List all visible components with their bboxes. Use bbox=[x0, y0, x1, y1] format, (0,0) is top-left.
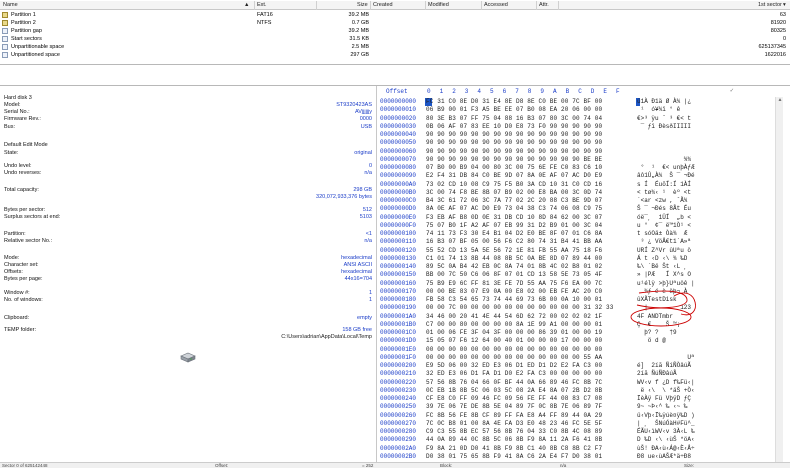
status-sector: Sector 0 of 625142448 bbox=[2, 463, 48, 468]
gap-icon bbox=[2, 28, 8, 34]
partition-name: Partition gap bbox=[11, 27, 42, 34]
col-header-size[interactable]: Size bbox=[357, 2, 368, 8]
hard-disk-icon bbox=[180, 352, 196, 363]
partition-value: <1 bbox=[365, 231, 372, 237]
undo-reverses-value: n/a bbox=[364, 170, 372, 176]
offsets-label: Offsets: bbox=[4, 269, 23, 275]
partition-ext: NTFS bbox=[257, 19, 272, 26]
bytes-per-sector-label: Bytes per sector: bbox=[4, 207, 46, 213]
col-header-name[interactable]: Name bbox=[3, 2, 18, 8]
partition-row[interactable]: Partition gap 39.2 MB 80325 bbox=[0, 27, 790, 35]
col-header-attr[interactable]: Attr. bbox=[539, 2, 549, 8]
partition-name: Unpartitionable space bbox=[11, 43, 65, 50]
surplus-sectors-label: Surplus sectors at end: bbox=[4, 214, 61, 220]
partition-icon bbox=[2, 20, 8, 26]
window-label: Window #: bbox=[4, 290, 30, 296]
col-header-modified[interactable]: Modified bbox=[428, 2, 449, 8]
disk-info-panel: Hard disk 3 Model: ST9320423AS Serial No… bbox=[0, 86, 376, 468]
partition-row[interactable]: Unpartitioned space 297 GB 1622016 bbox=[0, 51, 790, 59]
bus-value: USB bbox=[360, 124, 372, 130]
name-sort-arrow-icon: ▲ bbox=[244, 2, 250, 8]
col-header-accessed[interactable]: Accessed bbox=[484, 2, 508, 8]
status-bar: Sector 0 of 625142448 Offset: = 252 Bloc… bbox=[0, 462, 790, 468]
partition-row[interactable]: Unpartitionable space 2.5 MB 625137345 bbox=[0, 43, 790, 51]
window-value: 1 bbox=[368, 290, 372, 296]
partition-first-sector: 1622016 bbox=[764, 51, 786, 58]
bytes-per-page-value: 44x16=704 bbox=[344, 276, 372, 282]
partition-first-sector: 625137345 bbox=[758, 43, 786, 50]
total-capacity-bytes: 320,072,933,376 bytes bbox=[316, 194, 372, 200]
mode-value: hexadecimal bbox=[341, 255, 372, 261]
mode-label: Mode: bbox=[4, 255, 20, 261]
status-block-value: n/a bbox=[560, 463, 567, 468]
bytes-per-sector-value: 512 bbox=[362, 207, 372, 213]
num-windows-label: No. of windows: bbox=[4, 297, 43, 303]
hex-editor[interactable]: Offset 0123456789ABCDEF ✓ 0000000000 FC 3… bbox=[378, 86, 790, 468]
gap-icon bbox=[2, 52, 8, 58]
serial-label: Serial No.: bbox=[4, 109, 30, 115]
disk-title: Hard disk 3 bbox=[4, 95, 32, 101]
status-offset-label: Offset: bbox=[215, 463, 229, 468]
temp-free-value: 158 GB free bbox=[342, 327, 372, 333]
serial-value: AVjjjjjjy bbox=[354, 109, 372, 115]
relative-sector-value: n/a bbox=[364, 238, 372, 244]
col-header-created[interactable]: Created bbox=[373, 2, 393, 8]
partition-size: 39.2 MB bbox=[348, 27, 369, 34]
status-size-label: Size: bbox=[684, 463, 695, 468]
col-header-ext[interactable]: Ext. bbox=[257, 2, 266, 8]
partition-table: Name ▲ Ext. Size Created Modified Access… bbox=[0, 0, 790, 64]
partition-icon bbox=[2, 12, 8, 18]
edit-mode-label: Default Edit Mode bbox=[4, 142, 48, 148]
partition-table-header: Name ▲ Ext. Size Created Modified Access… bbox=[0, 1, 790, 10]
undo-level-value: 0 bbox=[368, 163, 372, 169]
partition-size: 39.2 MB bbox=[348, 11, 369, 18]
partition-name: Partition 1 bbox=[11, 11, 36, 18]
status-block-label: Block: bbox=[440, 463, 453, 468]
partition-size: 2.5 MB bbox=[351, 43, 369, 50]
partition-size: 297 GB bbox=[350, 51, 369, 58]
red-annotation-marks bbox=[630, 290, 696, 327]
gap-icon bbox=[2, 36, 8, 42]
model-value: ST9320423AS bbox=[336, 102, 372, 108]
charset-value: ANSI ASCII bbox=[343, 262, 372, 268]
partition-first-sector: 80325 bbox=[770, 27, 786, 34]
partition-name: Unpartitioned space bbox=[11, 51, 60, 58]
state-value: original bbox=[354, 150, 372, 156]
gap-icon bbox=[2, 44, 8, 50]
undo-reverses-label: Undo reverses: bbox=[4, 170, 42, 176]
firmware-label: Firmware Rev.: bbox=[4, 116, 41, 122]
firmware-value: 0000 bbox=[359, 116, 372, 122]
partition-row[interactable]: Partition 1 FAT16 39.2 MB 63 bbox=[0, 11, 790, 19]
bytes-per-page-label: Bytes per page: bbox=[4, 276, 43, 282]
partition-ext: FAT16 bbox=[257, 11, 273, 18]
partition-row[interactable]: Partition 2 NTFS 0.7 GB 81920 bbox=[0, 19, 790, 27]
partition-first-sector: 81920 bbox=[770, 19, 786, 26]
offsets-value: hexadecimal bbox=[341, 269, 372, 275]
undo-level-label: Undo level: bbox=[4, 163, 32, 169]
model-label: Model: bbox=[4, 102, 21, 108]
total-capacity-value: 298 GB bbox=[353, 187, 372, 193]
partition-size: 31.5 KB bbox=[349, 35, 369, 42]
total-capacity-label: Total capacity: bbox=[4, 187, 39, 193]
clipboard-value: empty bbox=[357, 315, 372, 321]
status-offset-value: = 252 bbox=[362, 463, 374, 468]
partition-first-sector: 63 bbox=[779, 11, 786, 18]
surplus-sectors-value: 5103 bbox=[359, 214, 372, 220]
partition-name: Start sectors bbox=[11, 35, 42, 42]
partition-size: 0.7 GB bbox=[351, 19, 369, 26]
col-header-first-sector[interactable]: 1st sector bbox=[758, 2, 782, 8]
partition-name: Partition 2 bbox=[11, 19, 36, 26]
partition-row[interactable]: Start sectors 31.5 KB 0 bbox=[0, 35, 790, 43]
temp-path-value[interactable]: C:\Users\adrian\AppData\Local\Temp bbox=[281, 334, 372, 340]
clipboard-label: Clipboard: bbox=[4, 315, 30, 321]
num-windows-value: 1 bbox=[368, 297, 372, 303]
temp-folder-label: TEMP folder: bbox=[4, 327, 36, 333]
partition-label: Partition: bbox=[4, 231, 26, 237]
charset-label: Character set: bbox=[4, 262, 39, 268]
partition-first-sector: 0 bbox=[782, 35, 786, 42]
column-menu-arrow-icon: ▾ bbox=[783, 2, 786, 8]
state-label: State: bbox=[4, 150, 19, 156]
relative-sector-label: Relative sector No.: bbox=[4, 238, 52, 244]
bus-label: Bus: bbox=[4, 124, 16, 130]
